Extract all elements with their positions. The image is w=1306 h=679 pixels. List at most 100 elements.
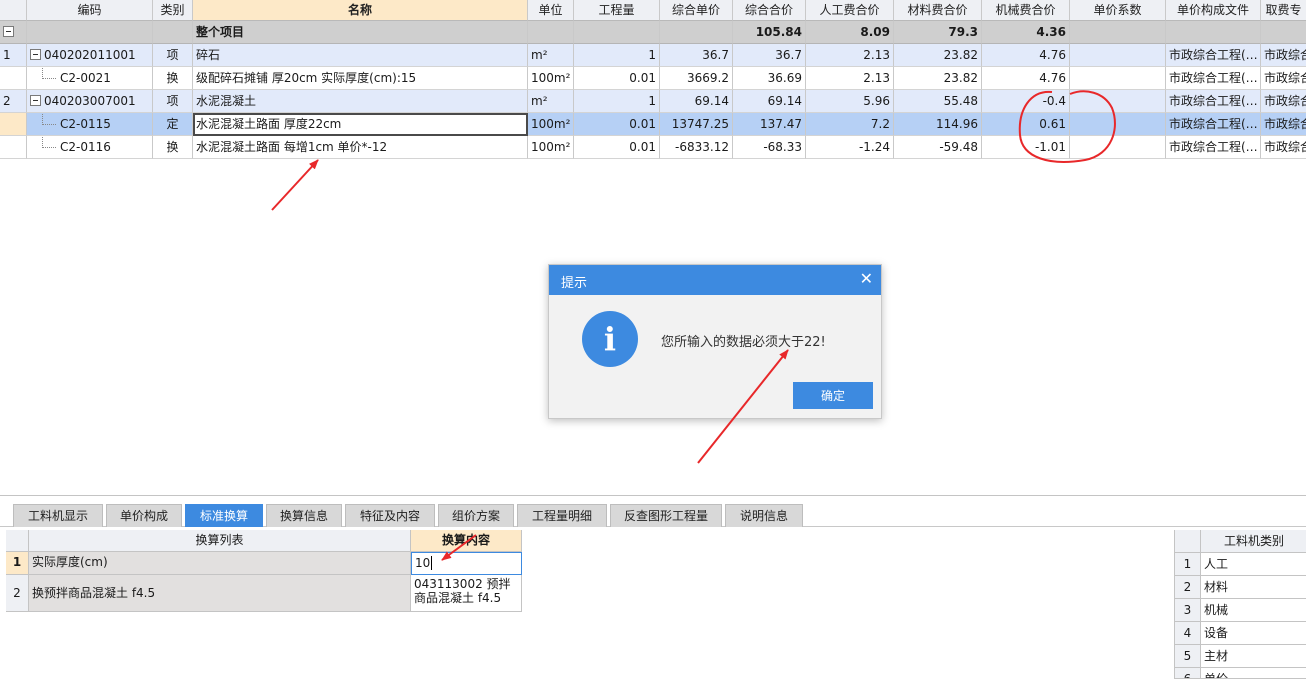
row-code: C2-0115 — [60, 117, 111, 131]
header-total-price[interactable]: 综合合价 — [733, 0, 806, 21]
tab-description[interactable]: 说明信息 — [725, 504, 803, 527]
tab-price-composition[interactable]: 单价构成 — [106, 504, 182, 527]
header-material[interactable]: 材料费合价 — [894, 0, 982, 21]
tab-quantity-detail[interactable]: 工程量明细 — [517, 504, 607, 527]
close-icon[interactable]: ✕ — [860, 269, 873, 288]
total-row[interactable]: 整个项目 105.84 8.09 79.3 4.36 — [0, 21, 1306, 44]
row-unit[interactable]: 100m² — [528, 136, 574, 159]
collapse-icon[interactable] — [3, 26, 14, 37]
header-unit[interactable]: 单位 — [528, 0, 574, 21]
table-row-selected[interactable]: C2-0115 定 水泥混凝土路面 厚度22cm 100m² 0.01 1374… — [0, 113, 1306, 136]
table-row[interactable]: C2-0021 换 级配碎石摊铺 厚20cm 实际厚度(cm):15 100m²… — [0, 67, 1306, 90]
header-name[interactable]: 名称 — [193, 0, 528, 21]
header-machine[interactable]: 机械费合价 — [982, 0, 1070, 21]
collapse-icon[interactable] — [30, 95, 41, 106]
row-price: -6833.12 — [660, 136, 733, 159]
row-qty[interactable]: 1 — [574, 90, 660, 113]
header-price-coef[interactable]: 单价系数 — [1070, 0, 1166, 21]
res-item-labor[interactable]: 人工 — [1201, 553, 1306, 576]
tree-connector — [42, 114, 56, 125]
header-labor[interactable]: 人工费合价 — [806, 0, 894, 21]
conv-corner — [6, 530, 29, 552]
res-item-material[interactable]: 材料 — [1201, 576, 1306, 599]
row-file[interactable]: 市政综合工程(… — [1166, 90, 1261, 113]
res-item-main-material[interactable]: 主材 — [1201, 645, 1306, 668]
row-total: 36.69 — [733, 67, 806, 90]
row-coef[interactable] — [1070, 113, 1166, 136]
tab-conversion-info[interactable]: 换算信息 — [266, 504, 342, 527]
table-row[interactable]: C2-0116 换 水泥混凝土路面 每增1cm 单价*-12 100m² 0.0… — [0, 136, 1306, 159]
concrete-replacement-value[interactable]: 043113002 预拌商品混凝土 f4.5 — [411, 575, 522, 612]
row-file[interactable]: 市政综合工程(… — [1166, 44, 1261, 67]
row-file[interactable]: 市政综合工程(… — [1166, 113, 1261, 136]
thickness-input[interactable]: 10 — [411, 552, 522, 575]
row-fee[interactable]: 市政综合 — [1261, 44, 1306, 67]
row-unit[interactable]: m² — [528, 44, 574, 67]
tab-standard-conversion[interactable]: 标准换算 — [185, 504, 263, 527]
row-name[interactable]: 水泥混凝土 — [193, 90, 528, 113]
res-item-machine[interactable]: 机械 — [1201, 599, 1306, 622]
row-type[interactable]: 换 — [153, 67, 193, 90]
header-unit-price[interactable]: 综合单价 — [660, 0, 733, 21]
row-coef[interactable] — [1070, 136, 1166, 159]
conversion-table: 换算列表 换算内容 1 实际厚度(cm) 10 2 换预拌商品混凝土 f4.5 … — [6, 530, 522, 612]
conv-header-list[interactable]: 换算列表 — [29, 530, 411, 552]
row-qty[interactable]: 0.01 — [574, 136, 660, 159]
row-type[interactable]: 换 — [153, 136, 193, 159]
row-fee[interactable]: 市政综合 — [1261, 136, 1306, 159]
header-code[interactable]: 编码 — [27, 0, 153, 21]
row-name[interactable]: 水泥混凝土路面 每增1cm 单价*-12 — [193, 136, 528, 159]
tab-pricing-scheme[interactable]: 组价方案 — [438, 504, 514, 527]
row-type[interactable]: 项 — [153, 44, 193, 67]
row-material: 114.96 — [894, 113, 982, 136]
row-fee[interactable]: 市政综合 — [1261, 67, 1306, 90]
header-price-file[interactable]: 单价构成文件 — [1166, 0, 1261, 21]
row-type[interactable]: 定 — [153, 113, 193, 136]
panel-splitter[interactable] — [0, 495, 1306, 496]
collapse-icon[interactable] — [30, 49, 41, 60]
header-type[interactable]: 类别 — [153, 0, 193, 21]
res-item-unit-price[interactable]: 单价 — [1201, 668, 1306, 679]
table-row[interactable]: 2 040203007001 项 水泥混凝土 m² 1 69.14 69.14 … — [0, 90, 1306, 113]
header-fee[interactable]: 取费专 — [1261, 0, 1306, 21]
row-coef[interactable] — [1070, 44, 1166, 67]
res-item-equipment[interactable]: 设备 — [1201, 622, 1306, 645]
tab-features[interactable]: 特征及内容 — [345, 504, 435, 527]
row-coef[interactable] — [1070, 67, 1166, 90]
res-header[interactable]: 工料机类别 — [1201, 530, 1306, 553]
row-qty[interactable]: 0.01 — [574, 67, 660, 90]
row-labor: 7.2 — [806, 113, 894, 136]
row-name[interactable]: 碎石 — [193, 44, 528, 67]
row-machine: 0.61 — [982, 113, 1070, 136]
row-price: 13747.25 — [660, 113, 733, 136]
row-machine: 4.76 — [982, 67, 1070, 90]
row-fee[interactable]: 市政综合 — [1261, 113, 1306, 136]
row-unit[interactable]: 100m² — [528, 67, 574, 90]
ok-button[interactable]: 确定 — [793, 382, 873, 409]
tab-resource-display[interactable]: 工料机显示 — [13, 504, 103, 527]
annotation-arrow-name — [271, 159, 319, 211]
conv-header-content[interactable]: 换算内容 — [411, 530, 522, 552]
row-coef[interactable] — [1070, 90, 1166, 113]
row-unit[interactable]: m² — [528, 90, 574, 113]
row-qty[interactable]: 0.01 — [574, 113, 660, 136]
row-fee[interactable]: 市政综合 — [1261, 90, 1306, 113]
row-price: 69.14 — [660, 90, 733, 113]
row-qty[interactable]: 1 — [574, 44, 660, 67]
row-total: 36.7 — [733, 44, 806, 67]
row-code: 040202011001 — [44, 48, 136, 62]
row-file[interactable]: 市政综合工程(… — [1166, 67, 1261, 90]
tab-reverse-lookup[interactable]: 反查图形工程量 — [610, 504, 722, 527]
row-name-editing[interactable]: 水泥混凝土路面 厚度22cm — [193, 113, 528, 136]
row-name[interactable]: 级配碎石摊铺 厚20cm 实际厚度(cm):15 — [193, 67, 528, 90]
table-row[interactable]: 1 040202011001 项 碎石 m² 1 36.7 36.7 2.13 … — [0, 44, 1306, 67]
dialog-title: 提示 — [561, 276, 588, 291]
row-unit[interactable]: 100m² — [528, 113, 574, 136]
alert-dialog: 提示 ✕ i 您所输入的数据必须大于22! 确定 — [548, 264, 882, 419]
header-qty[interactable]: 工程量 — [574, 0, 660, 21]
row-code: C2-0116 — [60, 140, 111, 154]
row-type[interactable]: 项 — [153, 90, 193, 113]
row-file[interactable]: 市政综合工程(… — [1166, 136, 1261, 159]
dialog-titlebar[interactable]: 提示 ✕ — [549, 265, 881, 295]
resource-type-table: 工料机类别 1 人工 2 材料 3 机械 4 设备 5 主材 6 单价 — [1174, 530, 1306, 679]
